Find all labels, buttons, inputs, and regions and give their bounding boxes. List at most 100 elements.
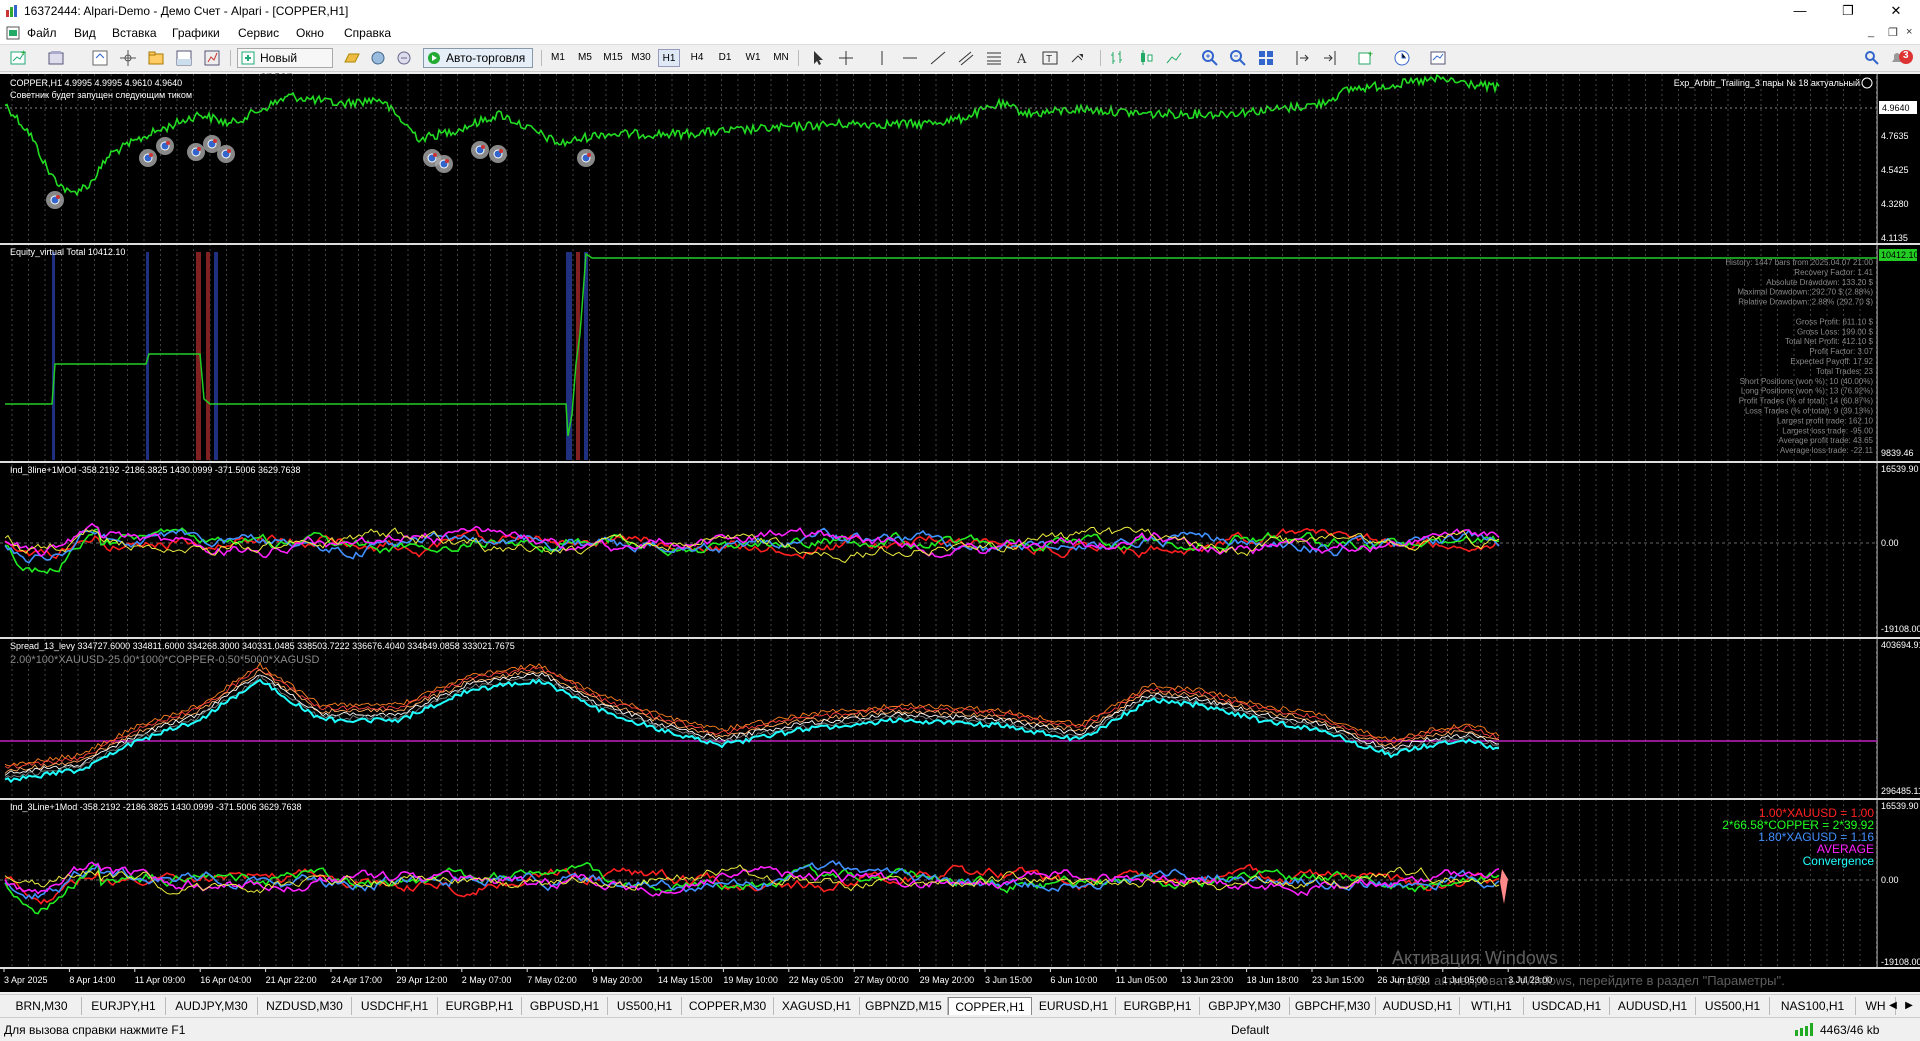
horizontal-line-icon[interactable] bbox=[900, 48, 920, 68]
document-icon[interactable] bbox=[6, 26, 20, 40]
profile-name[interactable]: Default bbox=[1231, 1023, 1269, 1037]
tabs-scroll-left-icon[interactable]: ◀ bbox=[1886, 997, 1900, 1015]
chart-tab[interactable]: GBPUSD,H1 bbox=[522, 997, 608, 1015]
templates-icon[interactable] bbox=[1428, 48, 1448, 68]
menu-window[interactable]: Окно bbox=[296, 26, 324, 40]
trade-marker[interactable] bbox=[187, 143, 205, 161]
zoom-in-icon[interactable] bbox=[1200, 48, 1220, 68]
chart-tab[interactable]: US500,H1 bbox=[1696, 997, 1770, 1015]
time-axis-label: 3 Jul 23:00 bbox=[1508, 975, 1552, 985]
terminal-icon[interactable] bbox=[174, 48, 194, 68]
text-icon[interactable]: A bbox=[1012, 48, 1032, 68]
chart-tab[interactable]: USDCAD,H1 bbox=[1524, 997, 1610, 1015]
trade-marker[interactable] bbox=[577, 149, 595, 167]
trade-marker[interactable] bbox=[139, 149, 157, 167]
crosshair-icon[interactable] bbox=[836, 48, 856, 68]
notifications-button[interactable]: 3 bbox=[1888, 48, 1914, 68]
stat-line: Expected Payoff: 17.92 bbox=[1790, 357, 1873, 366]
chart-tab[interactable]: EURGBP,H1 bbox=[438, 997, 522, 1015]
ea-name: Exp_Arbitr_Trailing_3 пары № 18 актуальн… bbox=[1674, 78, 1860, 88]
candles-icon[interactable] bbox=[1136, 48, 1156, 68]
timeframe-m5[interactable]: M5 bbox=[574, 49, 596, 67]
mdi-close-button[interactable]: × bbox=[1906, 26, 1912, 38]
chart-tab[interactable]: AUDUSD,H1 bbox=[1610, 997, 1696, 1015]
search-icon[interactable] bbox=[1862, 48, 1882, 68]
arrows-icon[interactable] bbox=[1068, 48, 1088, 68]
navigator-icon[interactable] bbox=[146, 48, 166, 68]
timeframe-h4[interactable]: H4 bbox=[686, 49, 708, 67]
chart-tab[interactable]: GBPNZD,M15 bbox=[860, 997, 948, 1015]
mdi-restore-button[interactable]: ❐ bbox=[1888, 26, 1898, 39]
mdi-minimize-button[interactable]: _ bbox=[1868, 26, 1874, 38]
trade-marker[interactable] bbox=[46, 191, 64, 209]
timeframe-w1[interactable]: W1 bbox=[742, 49, 764, 67]
autoscroll-icon[interactable] bbox=[1320, 48, 1340, 68]
channel-icon[interactable] bbox=[956, 48, 976, 68]
fibonacci-icon[interactable] bbox=[984, 48, 1004, 68]
menu-view[interactable]: Вид bbox=[74, 26, 96, 40]
chart-tab[interactable]: GBPJPY,M30 bbox=[1200, 997, 1290, 1015]
menu-charts[interactable]: Графики bbox=[172, 26, 220, 40]
trade-marker[interactable] bbox=[471, 141, 489, 159]
chart-tab[interactable]: EURGBP,H1 bbox=[1116, 997, 1200, 1015]
menu-help[interactable]: Справка bbox=[344, 26, 391, 40]
chart-tab[interactable]: EURJPY,H1 bbox=[82, 997, 166, 1015]
new-chart-icon[interactable]: + bbox=[8, 48, 28, 68]
periods-icon[interactable] bbox=[1392, 48, 1412, 68]
strategy-tester-icon[interactable] bbox=[202, 48, 222, 68]
trade-marker[interactable] bbox=[217, 145, 235, 163]
market-watch-icon[interactable] bbox=[90, 48, 110, 68]
indicator1-axis-zero: 0.00 bbox=[1881, 538, 1899, 548]
bar-chart-icon[interactable] bbox=[1108, 48, 1128, 68]
autotrading-button[interactable]: Авто-торговля bbox=[423, 48, 533, 68]
text-label-icon[interactable]: T bbox=[1040, 48, 1060, 68]
chart-tab[interactable]: COPPER,M30 bbox=[682, 997, 774, 1015]
timeframe-d1[interactable]: D1 bbox=[714, 49, 736, 67]
chart-tab[interactable]: AUDUSD,H1 bbox=[1376, 997, 1460, 1015]
line-chart-icon[interactable] bbox=[1164, 48, 1184, 68]
chart-tab[interactable]: US500,H1 bbox=[608, 997, 682, 1015]
timeframe-m1[interactable]: M1 bbox=[547, 49, 569, 67]
gold-icon[interactable] bbox=[342, 48, 362, 68]
menu-tools[interactable]: Сервис bbox=[238, 26, 279, 40]
trade-marker[interactable] bbox=[435, 155, 453, 173]
chart-tab[interactable]: WTI,H1 bbox=[1460, 997, 1524, 1015]
menu-file[interactable]: Файл bbox=[27, 26, 57, 40]
tabs-scroll-right-icon[interactable]: ▶ bbox=[1902, 997, 1916, 1015]
chart-tab[interactable]: COPPER,H1 bbox=[948, 997, 1032, 1015]
indicators-icon[interactable]: + bbox=[1356, 48, 1376, 68]
chart-tab[interactable]: XAGUSD,H1 bbox=[774, 997, 860, 1015]
chart-tab[interactable]: BRN,M30 bbox=[2, 997, 82, 1015]
data-window-icon[interactable] bbox=[118, 48, 138, 68]
profiles-icon[interactable] bbox=[46, 48, 66, 68]
market-icon[interactable] bbox=[394, 48, 414, 68]
cursor-icon[interactable] bbox=[808, 48, 828, 68]
tile-windows-icon[interactable] bbox=[1256, 48, 1276, 68]
chart-tab[interactable]: EURUSD,H1 bbox=[1032, 997, 1116, 1015]
vertical-line-icon[interactable] bbox=[872, 48, 892, 68]
time-axis-label: 9 May 20:00 bbox=[593, 975, 643, 985]
close-button[interactable]: ✕ bbox=[1876, 2, 1916, 20]
chart-tab[interactable]: NAS100,H1 bbox=[1770, 997, 1856, 1015]
signals-icon[interactable] bbox=[368, 48, 388, 68]
timeframe-h1[interactable]: H1 bbox=[658, 49, 680, 67]
maximize-button[interactable]: ❐ bbox=[1828, 2, 1868, 20]
chart-tab[interactable]: GBPCHF,M30 bbox=[1290, 997, 1376, 1015]
chart-shift-icon[interactable] bbox=[1292, 48, 1312, 68]
new-order-button[interactable]: Новый ордер bbox=[237, 48, 333, 83]
trade-marker[interactable] bbox=[489, 145, 507, 163]
menu-insert[interactable]: Вставка bbox=[112, 26, 157, 40]
trade-marker[interactable] bbox=[156, 137, 174, 155]
price-axis-label: 4.7635 bbox=[1881, 131, 1909, 141]
minimize-button[interactable]: — bbox=[1780, 2, 1820, 20]
timeframe-m30[interactable]: M30 bbox=[630, 49, 652, 67]
traffic-counter: 4463/46 kb bbox=[1820, 1023, 1880, 1037]
timeframe-mn[interactable]: MN bbox=[770, 49, 792, 67]
chart-window[interactable]: 4.9640 COPPER,H1 4.9995 4.9995 4.9610 4.… bbox=[0, 74, 1920, 992]
zoom-out-icon[interactable] bbox=[1228, 48, 1248, 68]
timeframe-m15[interactable]: M15 bbox=[602, 49, 624, 67]
trendline-icon[interactable] bbox=[928, 48, 948, 68]
chart-tab[interactable]: USDCHF,H1 bbox=[352, 997, 438, 1015]
chart-tab[interactable]: NZDUSD,M30 bbox=[258, 997, 352, 1015]
chart-tab[interactable]: AUDJPY,M30 bbox=[166, 997, 258, 1015]
